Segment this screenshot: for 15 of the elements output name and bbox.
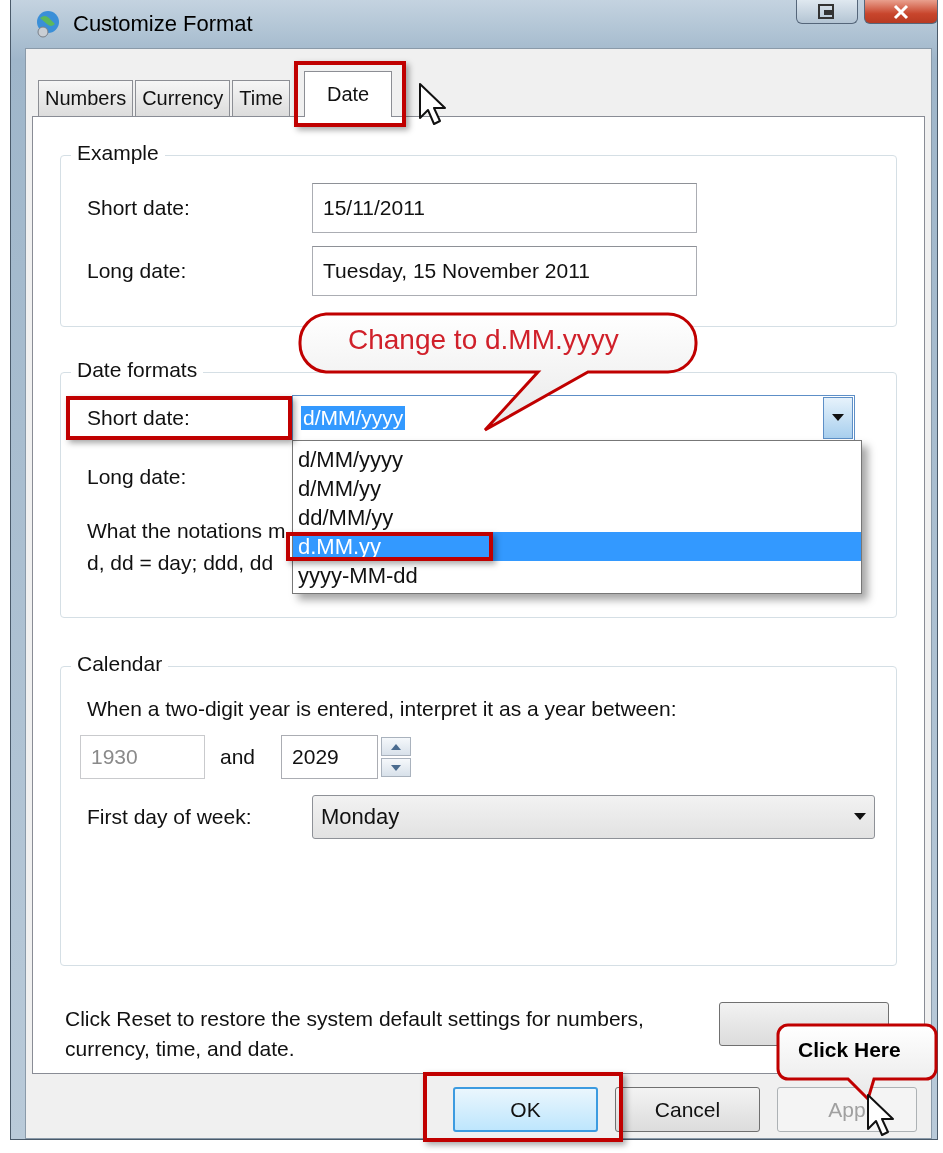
read-only-field: Tuesday, 15 November 2011 [312,246,697,296]
notation-text: What the notations m [87,518,286,544]
callout-text: Click Here [798,1038,901,1062]
read-only-field: 15/11/2011 [312,183,697,233]
window-title: Customize Format [73,11,253,37]
field-label: First day of week: [87,805,253,829]
and-label: and [220,745,256,769]
field-label: Long date: [87,465,187,488]
calendar-instruction: When a two-digit year is entered, interpret it as a year between: [87,697,678,721]
reset-note: Click Reset to restore the system default settings for numbers, currency, time, and date. [65,1006,645,1062]
field-label: Short date: [86,405,191,431]
notation-text: d, dd = day; ddd, dd [87,550,274,576]
field-label: Short date: [87,196,191,220]
field-label: Long date: [87,259,188,283]
callout-text: Change to d.MM.yyyy [348,324,619,356]
